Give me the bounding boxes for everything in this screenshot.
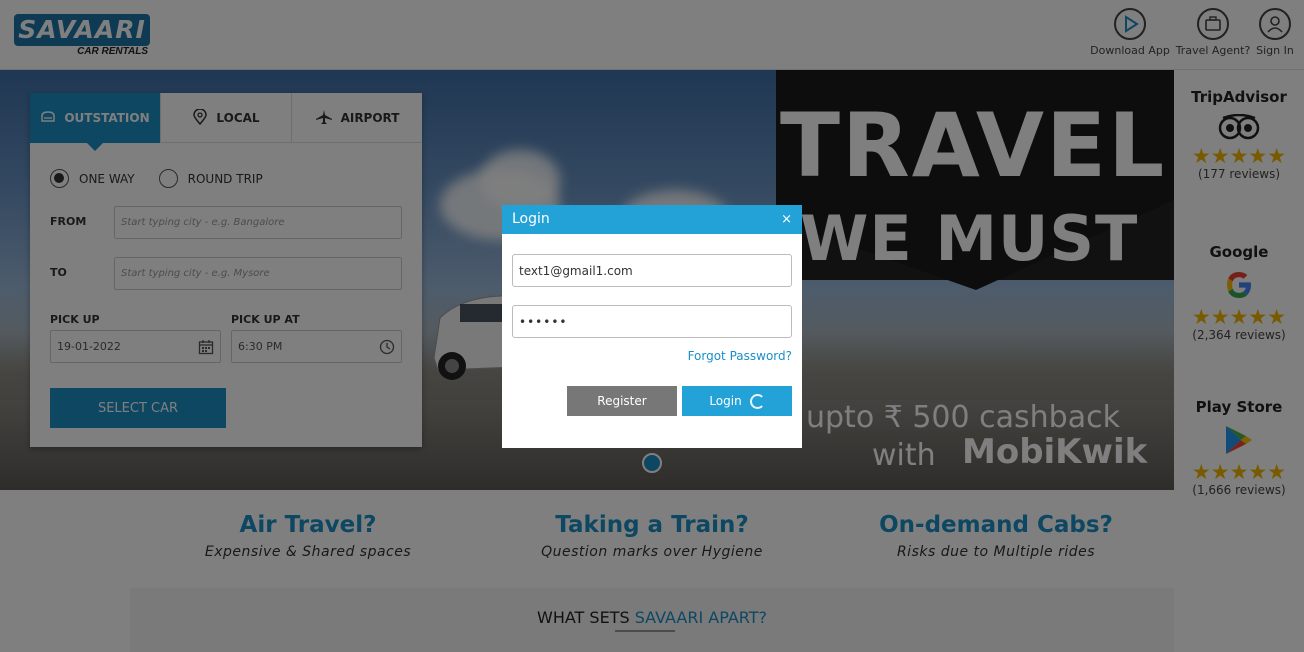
login-button-label: Login <box>709 394 742 408</box>
password-field[interactable]: •••••• <box>512 305 792 338</box>
forgot-password-link[interactable]: Forgot Password? <box>688 349 792 363</box>
register-button[interactable]: Register <box>567 386 677 416</box>
login-modal: Login × text1@gmail1.com •••••• Forgot P… <box>502 205 802 448</box>
modal-title: Login <box>512 211 550 227</box>
email-field[interactable]: text1@gmail1.com <box>512 254 792 287</box>
modal-header: Login × <box>502 205 802 234</box>
close-icon[interactable]: × <box>781 205 792 234</box>
loading-spinner-icon <box>749 393 765 409</box>
login-button[interactable]: Login <box>682 386 792 416</box>
